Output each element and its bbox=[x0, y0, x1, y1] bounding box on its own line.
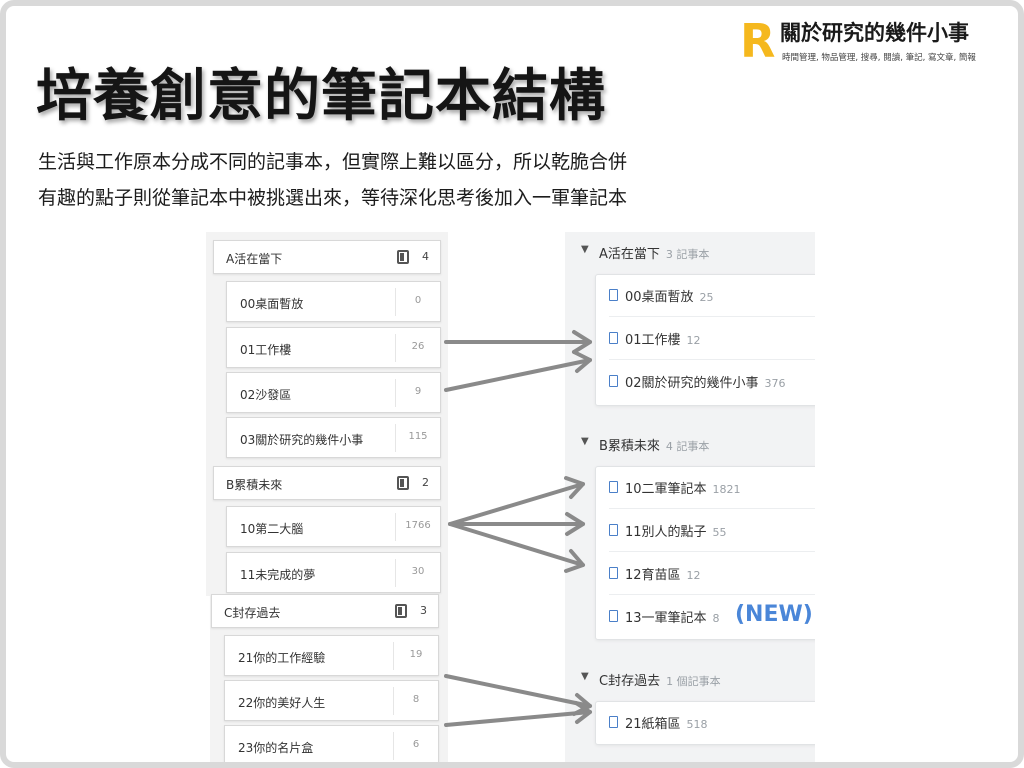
notebook-name: 00桌面暫放 bbox=[240, 297, 304, 311]
new-notebook-00[interactable]: 00桌面暫放 25 bbox=[607, 274, 815, 317]
new-stack-c[interactable]: ▼ C封存過去 1 個記事本 bbox=[565, 661, 815, 697]
notebook-count: 26 bbox=[411, 341, 425, 352]
notebook-name: 12育苗區 bbox=[625, 568, 681, 583]
notebook-icon bbox=[609, 332, 618, 344]
description-line-1: 生活與工作原本分成不同的記事本，但實際上難以區分，所以乾脆合併 bbox=[38, 151, 628, 173]
new-stack-a[interactable]: ▼ A活在當下 3 記事本 bbox=[565, 234, 815, 270]
old-notebook-23[interactable]: 23你的名片盒 6 bbox=[224, 725, 439, 766]
notebook-icon bbox=[395, 604, 407, 618]
arrow-10-to-12 bbox=[448, 522, 585, 567]
new-stack-b[interactable]: ▼ B累積未來 4 記事本 bbox=[565, 426, 815, 462]
notebook-name: 22你的美好人生 bbox=[238, 696, 326, 710]
new-notebook-21[interactable]: 21紙箱區 518 bbox=[607, 701, 815, 744]
note-count: 1821 bbox=[712, 483, 741, 496]
notebook-count: 30 bbox=[411, 566, 425, 577]
old-notebook-11[interactable]: 11未完成的夢 30 bbox=[226, 552, 441, 593]
stack-name: B累積未來 bbox=[599, 439, 660, 454]
old-notebook-01[interactable]: 01工作樓 26 bbox=[226, 327, 441, 368]
slide-title: 培養創意的筆記本結構 bbox=[36, 64, 606, 129]
stack-notebook-count: 4 記事本 bbox=[665, 440, 710, 453]
stack-name: A活在當下 bbox=[226, 252, 283, 266]
chevron-down-icon[interactable]: ▼ bbox=[581, 244, 589, 255]
notebook-count: 8 bbox=[412, 694, 420, 705]
notebook-name: 01工作樓 bbox=[625, 333, 681, 348]
logo-subtitle: 時間管理, 物品管理, 搜尋, 閱讀, 筆記, 寫文章, 簡報 bbox=[782, 53, 976, 63]
notebook-icon bbox=[609, 375, 618, 387]
new-notebook-11[interactable]: 11別人的點子 55 bbox=[607, 509, 815, 552]
new-notebook-12[interactable]: 12育苗區 12 bbox=[607, 552, 815, 595]
note-count: 12 bbox=[686, 569, 701, 582]
notebook-icon bbox=[609, 524, 618, 536]
notebook-name: 03關於研究的幾件小事 bbox=[240, 433, 364, 447]
chevron-down-icon[interactable]: ▼ bbox=[581, 436, 589, 447]
new-tag: (NEW) bbox=[735, 602, 813, 627]
old-notebook-22[interactable]: 22你的美好人生 8 bbox=[224, 680, 439, 721]
notebook-name: 11未完成的夢 bbox=[240, 568, 316, 582]
old-notebook-02[interactable]: 02沙發區 9 bbox=[226, 372, 441, 413]
notebook-icon bbox=[609, 716, 618, 728]
notebook-name: 10二軍筆記本 bbox=[625, 482, 707, 497]
notebook-name: 21紙箱區 bbox=[625, 717, 681, 732]
notebook-icon bbox=[609, 567, 618, 579]
stack-name: B累積未來 bbox=[226, 478, 283, 492]
stack-count: 2 bbox=[422, 476, 429, 489]
new-notebook-10[interactable]: 10二軍筆記本 1821 bbox=[607, 466, 815, 509]
arrow-10-to-10 bbox=[448, 482, 585, 526]
notebook-name: 13一軍筆記本 bbox=[625, 611, 707, 626]
note-count: 55 bbox=[712, 526, 727, 539]
notebook-name: 02沙發區 bbox=[240, 388, 292, 402]
new-notebook-structure: ▼ A活在當下 3 記事本 00桌面暫放 25 01工作樓 12 02關於研究的幾件小… bbox=[565, 232, 815, 768]
notebook-icon bbox=[609, 481, 618, 493]
stack-name: A活在當下 bbox=[599, 247, 660, 262]
stack-name: C封存過去 bbox=[224, 606, 281, 620]
stack-notebook-count: 1 個記事本 bbox=[666, 675, 721, 688]
stack-count: 4 bbox=[422, 250, 429, 263]
old-notebook-21[interactable]: 21你的工作經驗 19 bbox=[224, 635, 439, 676]
description-line-2: 有趣的點子則從筆記本中被挑選出來，等待深化思考後加入一軍筆記本 bbox=[38, 187, 628, 209]
note-count: 518 bbox=[686, 718, 708, 731]
notebook-count: 115 bbox=[408, 431, 428, 442]
notebook-count: 9 bbox=[414, 386, 422, 397]
notebook-name: 00桌面暫放 bbox=[625, 290, 694, 305]
old-stack-c[interactable]: C封存過去 3 bbox=[211, 594, 439, 628]
old-notebook-structure: A活在當下 4 00桌面暫放 0 01工作樓 26 02沙發區 9 03關於研究… bbox=[206, 232, 448, 768]
note-count: 12 bbox=[686, 334, 701, 347]
notebook-count: 0 bbox=[414, 295, 422, 306]
notebook-count: 19 bbox=[409, 649, 423, 660]
notebook-name: 01工作樓 bbox=[240, 343, 292, 357]
notebook-count: 6 bbox=[412, 739, 420, 750]
note-count: 376 bbox=[764, 377, 786, 390]
stack-name: C封存過去 bbox=[599, 674, 661, 689]
logo-r-mark: R bbox=[740, 14, 776, 68]
notebook-name: 23你的名片盒 bbox=[238, 741, 314, 755]
notebook-icon bbox=[609, 289, 618, 301]
note-count: 8 bbox=[712, 612, 720, 625]
note-count: 25 bbox=[699, 291, 714, 304]
logo-title: 關於研究的幾件小事 bbox=[780, 21, 969, 45]
notebook-icon bbox=[609, 610, 618, 622]
old-stack-b[interactable]: B累積未來 2 bbox=[213, 466, 441, 500]
new-notebook-01[interactable]: 01工作樓 12 bbox=[607, 317, 815, 360]
notebook-name: 21你的工作經驗 bbox=[238, 651, 326, 665]
stack-count: 3 bbox=[420, 604, 427, 617]
notebook-icon bbox=[397, 476, 409, 490]
notebook-name: 10第二大腦 bbox=[240, 522, 304, 536]
new-notebook-02[interactable]: 02關於研究的幾件小事 376 bbox=[607, 360, 815, 403]
stack-notebook-count: 3 記事本 bbox=[665, 248, 710, 261]
old-stack-a[interactable]: A活在當下 4 bbox=[213, 240, 441, 274]
old-notebook-00[interactable]: 00桌面暫放 0 bbox=[226, 281, 441, 322]
old-notebook-10[interactable]: 10第二大腦 1766 bbox=[226, 506, 441, 547]
notebook-name: 11別人的點子 bbox=[625, 525, 707, 540]
brand-logo: R 關於研究的幾件小事 時間管理, 物品管理, 搜尋, 閱讀, 筆記, 寫文章,… bbox=[740, 18, 1010, 68]
notebook-count: 1766 bbox=[405, 520, 431, 531]
chevron-down-icon[interactable]: ▼ bbox=[581, 671, 589, 682]
old-notebook-03[interactable]: 03關於研究的幾件小事 115 bbox=[226, 417, 441, 458]
notebook-name: 02關於研究的幾件小事 bbox=[625, 376, 759, 391]
notebook-icon bbox=[397, 250, 409, 264]
